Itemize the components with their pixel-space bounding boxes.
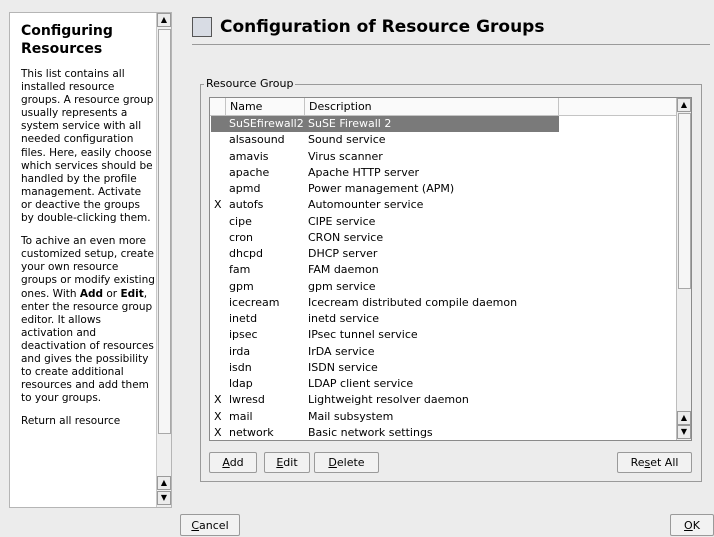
row-name: lwresd xyxy=(229,393,265,407)
arrow-up-icon[interactable]: ▲ xyxy=(677,411,691,425)
table-row[interactable]: apache Apache HTTP server xyxy=(210,165,676,181)
row-name: amavis xyxy=(229,149,269,163)
table-row[interactable]: dhcpd DHCP server xyxy=(210,246,676,262)
column-description[interactable]: Description xyxy=(305,98,559,115)
row-description: Icecream distributed compile daemon xyxy=(308,295,518,309)
resource-group-label: Resource Group xyxy=(204,77,296,91)
row-description: Basic network settings xyxy=(308,425,433,439)
help-paragraph-2: To achive an even more customized setup,… xyxy=(21,235,155,405)
row-description: IPsec tunnel service xyxy=(308,328,418,342)
config-dialog-icon xyxy=(192,17,212,37)
row-active-mark: X xyxy=(214,393,222,407)
reset-all-button[interactable]: Reset All xyxy=(617,452,692,473)
row-name: apmd xyxy=(229,182,261,195)
table-row[interactable]: apmd Power management (APM) xyxy=(210,181,676,197)
row-active-mark: X xyxy=(214,198,222,212)
row-description: CIPE service xyxy=(308,214,376,228)
help-pane: Configuring Resources This list contains… xyxy=(9,12,172,508)
table-row[interactable]: cipe CIPE service xyxy=(210,214,676,230)
table-row[interactable]: irda IrDA service xyxy=(210,344,676,360)
row-description: LDAP client service xyxy=(308,377,414,390)
row-description: DHCP server xyxy=(308,247,378,260)
table-scrollbar[interactable]: ▲ ▲ ▼ xyxy=(676,98,691,440)
row-description: FAM daemon xyxy=(308,263,379,277)
table-row[interactable]: gpm gpm service xyxy=(210,279,676,295)
row-description: ISDN service xyxy=(308,360,378,374)
arrow-up-icon[interactable]: ▲ xyxy=(157,476,171,490)
row-active-mark: X xyxy=(214,425,222,439)
row-name: gpm xyxy=(229,279,254,293)
table-row[interactable]: alsasound Sound service xyxy=(210,132,676,148)
table-row[interactable]: Xlwresd Lightweight resolver daemon xyxy=(210,392,676,408)
ok-button[interactable]: OK xyxy=(670,514,714,536)
help-paragraph-1: This list contains all installed resourc… xyxy=(21,68,154,225)
table-row[interactable]: fam FAM daemon xyxy=(210,262,676,278)
row-name: autofs xyxy=(229,198,264,212)
row-description: Power management (APM) xyxy=(308,182,455,195)
column-mark[interactable] xyxy=(210,98,226,115)
row-description: CRON service xyxy=(308,230,384,244)
help-title: Configuring Resources xyxy=(21,23,113,57)
help-text: Configuring Resources This list contains… xyxy=(10,13,155,507)
row-name: apache xyxy=(229,165,270,179)
row-name: network xyxy=(229,425,274,439)
row-description: gpm service xyxy=(308,279,376,293)
row-name: alsasound xyxy=(229,133,285,147)
row-description: IrDA service xyxy=(308,344,375,358)
resource-group-table[interactable]: Name Description SuSEfirewall2 SuSE Firew… xyxy=(209,97,692,441)
row-description: Automounter service xyxy=(308,198,424,212)
row-name: cron xyxy=(229,230,254,244)
row-description: Mail subsystem xyxy=(308,409,394,423)
row-description: SuSE Firewall 2 xyxy=(308,117,392,130)
row-description: Apache HTTP server xyxy=(308,165,419,179)
table-row[interactable]: icecream Icecream distributed compile dae… xyxy=(210,295,676,311)
delete-button[interactable]: Delete xyxy=(314,452,379,473)
row-name: dhcpd xyxy=(229,247,263,260)
column-name[interactable]: Name xyxy=(226,98,305,115)
help-paragraph-3: Return all resource xyxy=(21,415,121,428)
table-row[interactable]: inetd inetd service xyxy=(210,311,676,327)
arrow-up-icon[interactable]: ▲ xyxy=(157,13,171,27)
table-row[interactable]: cron CRON service xyxy=(210,230,676,246)
row-name: fam xyxy=(229,263,251,277)
row-name: cipe xyxy=(229,214,252,228)
arrow-down-icon[interactable]: ▼ xyxy=(157,491,171,505)
help-scroll-thumb[interactable] xyxy=(158,29,171,434)
table-scroll-thumb[interactable] xyxy=(678,113,691,289)
arrow-up-icon[interactable]: ▲ xyxy=(677,98,691,112)
table-row[interactable]: Xnetwork Basic network settings xyxy=(210,425,676,440)
table-row[interactable]: Xautofs Automounter service xyxy=(210,197,676,213)
table-row[interactable]: isdn ISDN service xyxy=(210,360,676,376)
row-description: Sound service xyxy=(308,133,386,147)
dialog-title: Configuration of Resource Groups xyxy=(220,17,545,37)
help-scrollbar[interactable]: ▲ ▲ ▼ xyxy=(156,13,171,507)
edit-button[interactable]: Edit xyxy=(264,452,310,473)
row-description: inetd service xyxy=(308,312,379,325)
arrow-down-icon[interactable]: ▼ xyxy=(677,425,691,439)
table-rows: SuSEfirewall2 SuSE Firewall 2 alsasound Sou… xyxy=(210,116,676,440)
row-active-mark: X xyxy=(214,409,222,423)
add-button[interactable]: Add xyxy=(209,452,257,473)
row-name: icecream xyxy=(229,295,280,309)
row-name: inetd xyxy=(229,312,258,325)
table-row[interactable]: SuSEfirewall2 SuSE Firewall 2 xyxy=(210,116,676,133)
row-name: ldap xyxy=(229,377,253,390)
row-name: mail xyxy=(229,409,253,423)
table-row[interactable]: ipsec IPsec tunnel service xyxy=(210,327,676,343)
table-row[interactable]: ldap LDAP client service xyxy=(210,376,676,392)
row-name: isdn xyxy=(229,360,252,374)
row-name: SuSEfirewall2 xyxy=(229,117,304,130)
row-name: irda xyxy=(229,344,251,358)
table-row[interactable]: Xmail Mail subsystem xyxy=(210,409,676,425)
row-name: ipsec xyxy=(229,328,258,342)
row-description: Virus scanner xyxy=(308,149,383,163)
cancel-button[interactable]: Cancel xyxy=(180,514,240,536)
table-row[interactable]: amavis Virus scanner xyxy=(210,149,676,165)
row-description: Lightweight resolver daemon xyxy=(308,393,469,407)
table-header: Name Description xyxy=(210,98,676,116)
title-divider xyxy=(192,44,710,45)
